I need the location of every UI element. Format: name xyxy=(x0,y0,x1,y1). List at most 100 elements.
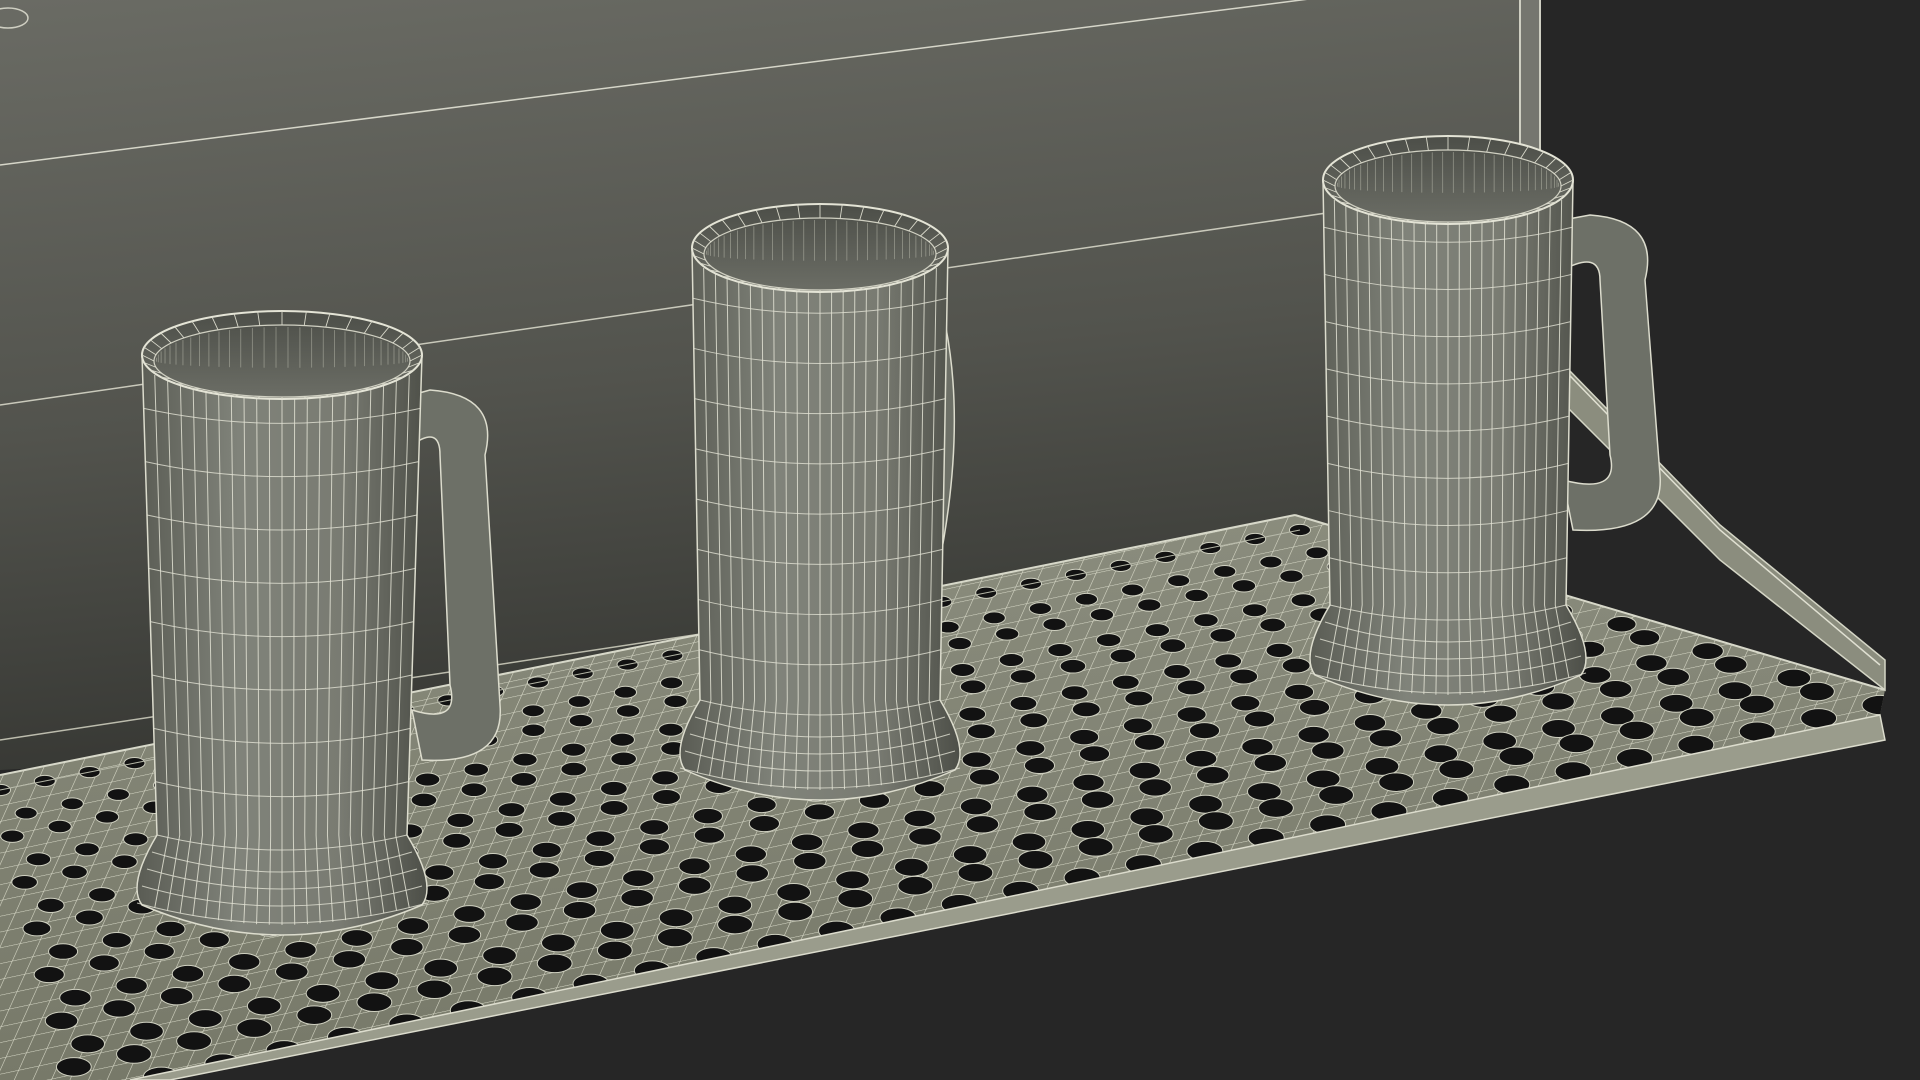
drain-hole xyxy=(651,770,679,786)
drain-hole xyxy=(837,888,874,909)
drain-hole xyxy=(1618,720,1655,741)
drain-hole xyxy=(1089,607,1115,622)
drain-hole xyxy=(693,826,726,844)
drain-hole xyxy=(22,920,52,937)
drain-hole xyxy=(995,627,1020,641)
drain-hole xyxy=(610,751,637,767)
drain-hole xyxy=(246,996,282,1016)
drain-hole xyxy=(585,830,616,847)
drain-hole xyxy=(596,940,633,961)
drain-hole xyxy=(521,723,546,737)
drain-hole xyxy=(1184,749,1218,768)
drain-hole xyxy=(734,845,768,864)
drain-hole xyxy=(275,962,309,981)
drain-hole xyxy=(1279,569,1304,583)
drain-hole xyxy=(897,875,934,896)
drain-hole xyxy=(1069,728,1100,746)
drain-hole xyxy=(47,819,72,834)
drain-hole xyxy=(1230,694,1261,712)
drain-hole xyxy=(424,864,455,881)
drain-hole xyxy=(620,888,654,908)
drain-hole xyxy=(159,987,194,1006)
drain-hole xyxy=(583,849,615,867)
drain-hole xyxy=(1438,759,1475,779)
drain-hole xyxy=(332,950,367,969)
drain-hole xyxy=(198,931,230,949)
drain-hole xyxy=(1133,733,1166,751)
drain-hole xyxy=(446,812,475,829)
drain-hole xyxy=(364,971,400,991)
drain-hole xyxy=(717,895,753,915)
drain-hole xyxy=(639,819,670,836)
drain-hole xyxy=(477,852,509,870)
drain-hole xyxy=(61,864,88,880)
drain-hole xyxy=(547,810,577,827)
drain-hole xyxy=(1070,819,1106,839)
drain-hole xyxy=(982,611,1006,625)
drain-hole xyxy=(476,966,513,987)
drain-hole xyxy=(59,988,92,1007)
drain-hole xyxy=(565,881,599,900)
drain-hole xyxy=(1028,602,1052,615)
beer-mug xyxy=(679,203,961,801)
drain-hole xyxy=(677,876,712,895)
drain-hole xyxy=(1111,674,1140,690)
drain-hole xyxy=(510,772,538,787)
drain-hole xyxy=(998,653,1025,668)
drain-hole xyxy=(94,810,120,824)
drain-hole xyxy=(494,821,524,838)
drain-hole xyxy=(1193,613,1219,628)
drain-hole xyxy=(1080,790,1115,809)
drain-hole xyxy=(638,838,670,856)
drain-hole xyxy=(1691,642,1724,661)
drain-hole xyxy=(1109,648,1137,664)
drain-hole xyxy=(1009,695,1038,712)
drain-hole xyxy=(1258,798,1294,818)
drain-hole xyxy=(115,976,148,995)
drain-hole xyxy=(1231,579,1257,593)
drain-hole xyxy=(894,857,929,877)
drain-hole xyxy=(1138,778,1172,797)
drain-hole xyxy=(1023,802,1057,822)
drain-hole xyxy=(609,732,635,747)
drain-hole xyxy=(143,942,175,960)
drain-hole xyxy=(116,1044,152,1064)
drain-hole xyxy=(106,788,130,801)
drain-hole xyxy=(567,695,591,708)
drain-hole xyxy=(1241,737,1274,756)
drain-hole xyxy=(460,782,488,798)
drain-hole xyxy=(188,1009,223,1029)
drain-hole xyxy=(505,913,539,932)
drain-hole xyxy=(1738,694,1775,715)
drain-hole xyxy=(1290,593,1317,608)
drain-hole xyxy=(1426,716,1460,736)
drain-hole xyxy=(1188,722,1221,740)
drain-hole xyxy=(33,966,65,984)
drain-hole xyxy=(793,851,827,871)
drain-hole xyxy=(1498,746,1535,767)
drain-hole xyxy=(447,925,482,944)
drain-hole xyxy=(1095,633,1122,648)
drain-hole xyxy=(521,704,545,718)
drain-hole xyxy=(1259,617,1286,633)
drain-hole xyxy=(396,917,430,935)
drain-hole xyxy=(296,1005,333,1025)
drain-hole xyxy=(1122,717,1153,735)
drain-hole xyxy=(1598,680,1633,699)
drain-hole xyxy=(746,796,777,814)
drain-hole xyxy=(748,815,781,833)
drain-hole xyxy=(1558,733,1595,754)
drain-hole xyxy=(1606,615,1637,633)
drain-hole xyxy=(1714,655,1748,674)
drain-hole xyxy=(1541,692,1575,711)
drain-hole xyxy=(777,901,814,922)
drain-hole xyxy=(1059,658,1087,674)
drain-hole xyxy=(968,768,1001,786)
drain-hole xyxy=(1188,794,1223,814)
drain-hole xyxy=(1129,807,1165,827)
drain-hole xyxy=(528,861,560,879)
drain-hole xyxy=(692,807,723,825)
drain-hole xyxy=(1243,710,1276,728)
drain-hole xyxy=(717,914,753,935)
drain-hole xyxy=(482,946,517,966)
